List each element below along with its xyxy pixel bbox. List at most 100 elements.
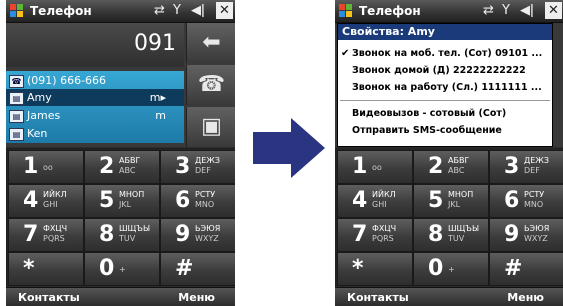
key-star[interactable]: * xyxy=(337,252,413,286)
key-letters: ЬЭЮЯ xyxy=(195,224,221,233)
match-row[interactable]: ▤ James m xyxy=(6,107,184,124)
key-latin: + xyxy=(119,265,126,274)
phone-call-icon: ☎ xyxy=(197,72,226,97)
signal-icon[interactable]: Y xyxy=(502,2,510,20)
key-latin: WXYZ xyxy=(195,234,219,243)
key-latin: MNO xyxy=(195,200,215,209)
key-hash[interactable]: # xyxy=(489,252,563,286)
signal-icon[interactable]: Y xyxy=(173,2,181,20)
key-4[interactable]: 4 ИЙКЛ GHI xyxy=(8,184,84,218)
key-latin: GHI xyxy=(372,200,387,209)
key-digit: * xyxy=(23,256,35,281)
key-letters: ФХЦЧ xyxy=(43,224,68,233)
key-0[interactable]: 0 + xyxy=(84,252,160,286)
key-digit: * xyxy=(352,256,364,281)
match-row-selected[interactable]: ▤ Amy m▸ xyxy=(6,89,184,106)
key-5[interactable]: 5 МНОП JKL xyxy=(413,184,489,218)
key-8[interactable]: 8 ШЩЪЫ TUV xyxy=(413,218,489,252)
number-display[interactable]: 091 xyxy=(6,23,184,67)
windows-start-icon[interactable] xyxy=(338,3,354,19)
key-2[interactable]: 2 АБВГ ABC xyxy=(84,150,160,184)
menu-softkey[interactable]: Меню xyxy=(507,290,544,305)
key-digit: 6 xyxy=(504,188,520,213)
call-log-icon: ☎ xyxy=(9,74,24,88)
key-letters: АБВГ xyxy=(119,156,141,165)
key-1[interactable]: 1 oo xyxy=(337,150,413,184)
phone-screen-right: Телефон ⇄ Y ◀ǀ ✕ Свойства: Amy ✔ Звонок … xyxy=(335,0,563,306)
key-letters: МНОП xyxy=(119,190,145,199)
key-3[interactable]: 3 ДЕЖЗ DEF xyxy=(489,150,563,184)
key-9[interactable]: 9 ЬЭЮЯ WXYZ xyxy=(489,218,563,252)
menu-item-call-home[interactable]: Звонок домой (Д) 22222222222 xyxy=(338,63,552,79)
key-5[interactable]: 5 МНОП JKL xyxy=(84,184,160,218)
key-7[interactable]: 7 ФХЦЧ PQRS xyxy=(337,218,413,252)
key-latin: JKL xyxy=(119,200,132,209)
key-digit: 3 xyxy=(504,154,520,179)
video-call-button[interactable]: ▣ xyxy=(186,107,235,147)
key-digit: 0 xyxy=(99,256,115,281)
windows-start-icon[interactable] xyxy=(9,3,25,19)
key-2[interactable]: 2 АБВГ ABC xyxy=(413,150,489,184)
volume-icon[interactable]: ◀ǀ xyxy=(520,2,534,20)
contacts-softkey[interactable]: Контакты xyxy=(347,290,409,305)
call-button[interactable]: ☎ xyxy=(186,65,235,105)
key-1[interactable]: 1 oo xyxy=(8,150,84,184)
key-latin: DEF xyxy=(524,166,540,175)
key-latin: oo xyxy=(43,163,53,172)
backspace-button[interactable]: ⬅ xyxy=(186,23,235,63)
close-button[interactable]: ✕ xyxy=(216,2,233,19)
smart-dial-list[interactable]: ☎ (091) 666-666 ▤ Amy m▸ ▤ James m ▤ Ken xyxy=(6,71,184,143)
key-letters: МНОП xyxy=(448,190,474,199)
softkey-bar: Контакты Меню xyxy=(335,287,563,306)
key-latin: PQRS xyxy=(372,234,394,243)
match-row[interactable]: ☎ (091) 666-666 xyxy=(6,72,184,89)
menu-item-video-call[interactable]: Видеовызов - сотовый (Сот) xyxy=(338,106,552,122)
key-8[interactable]: 8 ШЩЪЫ TUV xyxy=(84,218,160,252)
key-7[interactable]: 7 ФХЦЧ PQRS xyxy=(8,218,84,252)
key-latin: DEF xyxy=(195,166,211,175)
contact-card-icon: ▤ xyxy=(9,109,24,123)
menu-softkey[interactable]: Меню xyxy=(178,290,215,305)
key-letters: ШЩЪЫ xyxy=(119,224,151,233)
menu-header: Свойства: Amy xyxy=(338,24,552,40)
dial-keypad: 1 oo 2 АБВГ ABC 3 ДЕЖЗ DEF 4 ИЙКЛ GHI 5 МНОП JKL 6 РСТУ… xyxy=(6,148,235,286)
connectivity-icon[interactable]: ⇄ xyxy=(154,2,165,20)
key-3[interactable]: 3 ДЕЖЗ DEF xyxy=(160,150,235,184)
key-digit: 1 xyxy=(352,154,368,179)
key-4[interactable]: 4 ИЙКЛ GHI xyxy=(337,184,413,218)
key-hash[interactable]: # xyxy=(160,252,235,286)
menu-item-call-work[interactable]: Звонок на работу (Сл.) 1111111 ... xyxy=(338,80,552,96)
key-latin: TUV xyxy=(119,234,136,243)
key-latin: TUV xyxy=(448,234,465,243)
dialed-number: 091 xyxy=(134,31,176,56)
key-star[interactable]: * xyxy=(8,252,84,286)
key-0[interactable]: 0 + xyxy=(413,252,489,286)
video-call-icon: ▣ xyxy=(201,114,222,139)
key-latin: GHI xyxy=(43,200,58,209)
key-digit: 8 xyxy=(428,222,444,247)
title-bar: Телефон ⇄ Y ◀ǀ ✕ xyxy=(335,0,563,23)
key-digit: 5 xyxy=(428,188,444,213)
menu-item-call-mobile[interactable]: ✔ Звонок на моб. тел. (Сот) 09101 ... xyxy=(338,46,552,62)
key-digit: 9 xyxy=(504,222,520,247)
contacts-softkey[interactable]: Контакты xyxy=(18,290,80,305)
key-letters: ИЙКЛ xyxy=(43,190,67,199)
key-9[interactable]: 9 ЬЭЮЯ WXYZ xyxy=(160,218,235,252)
close-button[interactable]: ✕ xyxy=(545,2,562,19)
key-letters: РСТУ xyxy=(524,190,545,199)
menu-item-send-sms[interactable]: Отправить SMS-сообщение xyxy=(338,123,552,139)
key-digit: 2 xyxy=(428,154,444,179)
key-letters: ФХЦЧ xyxy=(372,224,397,233)
key-6[interactable]: 6 РСТУ MNO xyxy=(489,184,563,218)
key-6[interactable]: 6 РСТУ MNO xyxy=(160,184,235,218)
key-digit: # xyxy=(504,256,523,281)
connectivity-icon[interactable]: ⇄ xyxy=(483,2,494,20)
key-digit: 0 xyxy=(428,256,444,281)
key-digit: 1 xyxy=(23,154,39,179)
key-latin: JKL xyxy=(448,200,461,209)
checkmark-icon: ✔ xyxy=(341,48,350,59)
volume-icon[interactable]: ◀ǀ xyxy=(191,2,205,20)
match-row[interactable]: ▤ Ken xyxy=(6,125,184,142)
key-latin: MNO xyxy=(524,200,544,209)
window-title: Телефон xyxy=(359,4,421,18)
